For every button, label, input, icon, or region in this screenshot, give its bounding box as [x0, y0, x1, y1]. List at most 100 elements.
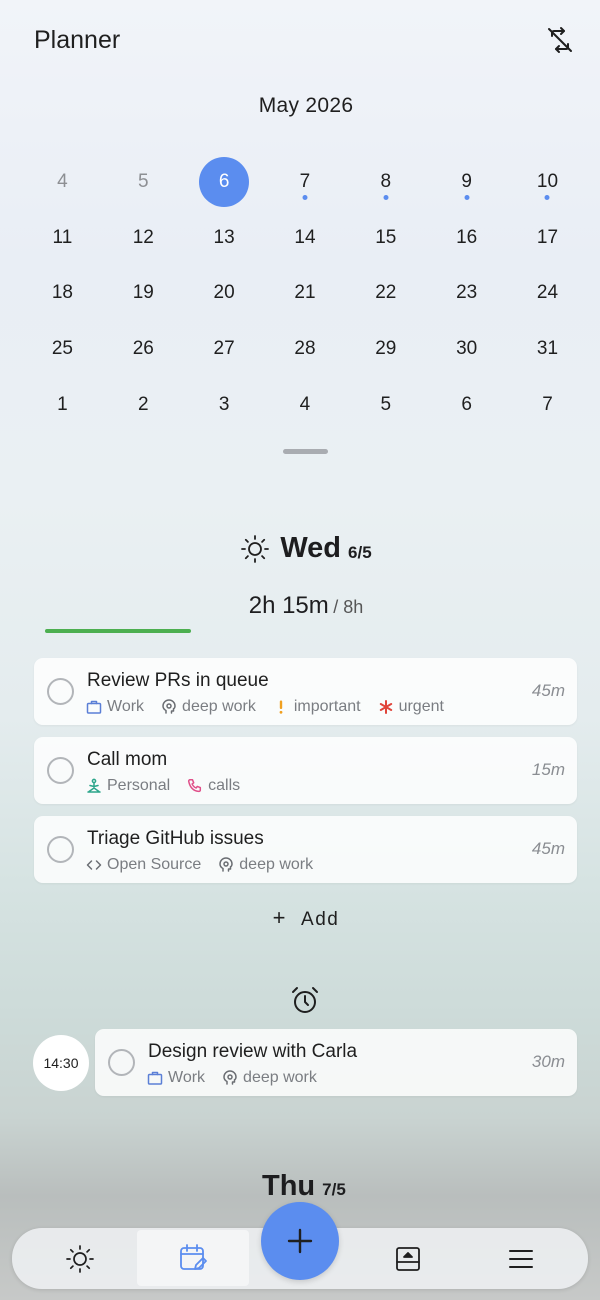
calendar-day[interactable]: 29: [345, 321, 426, 377]
calendar-day[interactable]: 20: [184, 266, 265, 322]
calendar-day[interactable]: 7: [265, 154, 346, 210]
task-tag: Open Source: [86, 856, 201, 874]
next-day-name: Thu: [262, 1170, 316, 1202]
calendar-day[interactable]: 5: [103, 154, 184, 210]
task-checkbox[interactable]: [47, 678, 74, 705]
calendar-day-number: 4: [299, 394, 311, 416]
task-tag: deep work: [222, 1069, 317, 1087]
nav-today[interactable]: [30, 1228, 130, 1289]
calendar-day-number: 5: [380, 394, 392, 416]
task-tag-label: deep work: [239, 856, 314, 873]
day-date: 6/5: [348, 542, 372, 562]
task-tag-label: Open Source: [107, 856, 202, 873]
calendar-day[interactable]: 26: [103, 321, 184, 377]
calendar-week-row: 18 19 20 21 22 23 24: [22, 266, 588, 322]
calendar-day[interactable]: 1: [22, 377, 103, 433]
calendar-day[interactable]: 17: [507, 210, 588, 266]
nav-menu[interactable]: [468, 1228, 573, 1289]
event-dot: [383, 194, 389, 200]
task-checkbox[interactable]: [47, 757, 74, 784]
calendar-day[interactable]: 4: [22, 154, 103, 210]
calendar-day-number: 25: [51, 338, 73, 360]
calendar-day[interactable]: 23: [426, 266, 507, 322]
task-tag: deep work: [218, 856, 313, 874]
calendar-day-number: 17: [536, 226, 559, 248]
calendar-day[interactable]: 27: [184, 321, 265, 377]
add-task-button[interactable]: + Add: [0, 905, 600, 931]
add-task-label: Add: [301, 909, 340, 930]
task-tag-label: important: [293, 698, 361, 715]
day-header: Wed 6/5: [0, 532, 600, 565]
calendar-day[interactable]: 19: [103, 266, 184, 322]
briefcase-icon: [147, 1070, 168, 1086]
task-card[interactable]: Design review with Carla Work deep work 30m: [95, 1029, 577, 1096]
nav-inbox[interactable]: [358, 1228, 458, 1289]
calendar-drag-handle[interactable]: [283, 449, 328, 454]
add-fab-button[interactable]: [261, 1202, 339, 1280]
calendar-day[interactable]: 11: [22, 210, 103, 266]
brain-icon: [218, 857, 239, 873]
calendar-day[interactable]: 10: [507, 154, 588, 210]
task-tag: Work: [86, 698, 144, 716]
task-tags: Open Source deep work: [86, 856, 330, 874]
task-tag: important: [273, 698, 361, 716]
calendar-day[interactable]: 12: [103, 210, 184, 266]
calendar-day[interactable]: 9: [426, 154, 507, 210]
task-card[interactable]: Review PRs in queue Work deep work importan…: [34, 658, 577, 725]
calendar-day[interactable]: 16: [426, 210, 507, 266]
calendar-day[interactable]: 28: [265, 321, 346, 377]
task-title: Review PRs in queue: [87, 670, 269, 691]
month-label[interactable]: May 2026: [0, 94, 600, 118]
task-title: Design review with Carla: [148, 1041, 358, 1062]
day-progress-fill: [45, 629, 192, 633]
inbox-upload-icon: [396, 1246, 420, 1271]
sun-icon: [66, 1244, 94, 1273]
calendar-day-number: 7: [299, 170, 311, 192]
calendar-day-number: 5: [137, 170, 149, 192]
calendar-day-number: 14: [294, 226, 316, 248]
calendar-day[interactable]: 21: [265, 266, 346, 322]
calendar-day[interactable]: 18: [22, 266, 103, 322]
task-duration: 45m: [531, 839, 565, 858]
calendar-day[interactable]: 6: [426, 377, 507, 433]
calendar-day[interactable]: 15: [345, 210, 426, 266]
calendar-day[interactable]: 8: [345, 154, 426, 210]
event-dot: [544, 194, 550, 200]
task-card[interactable]: Triage GitHub issues Open Source deep work…: [34, 816, 577, 883]
calendar-day[interactable]: 7: [507, 377, 588, 433]
task-title: Call mom: [87, 749, 168, 770]
task-duration: 15m: [531, 760, 565, 779]
calendar-day[interactable]: 4: [265, 377, 346, 433]
calendar-day[interactable]: 22: [345, 266, 426, 322]
calendar-day[interactable]: 14: [265, 210, 346, 266]
calendar-day-number: 21: [294, 282, 316, 304]
nav-planner[interactable]: [137, 1230, 249, 1286]
sync-toggle-button[interactable]: [544, 24, 576, 56]
calendar-day-number: 11: [52, 226, 73, 248]
calendar-day-selected[interactable]: 6: [184, 154, 265, 210]
calendar-day[interactable]: 30: [426, 321, 507, 377]
calendar-day[interactable]: 24: [507, 266, 588, 322]
calendar-day[interactable]: 25: [22, 321, 103, 377]
calendar-day-number: 29: [375, 338, 397, 360]
calendar-day[interactable]: 13: [184, 210, 265, 266]
meditation-icon: [86, 778, 107, 794]
calendar-day[interactable]: 5: [345, 377, 426, 433]
calendar-day-number: 22: [375, 282, 397, 304]
calendar-day-number: 7: [542, 394, 553, 416]
task-tags: Work deep work: [147, 1069, 334, 1087]
task-duration: 30m: [531, 1052, 565, 1071]
calendar-day[interactable]: 2: [103, 377, 184, 433]
task-checkbox[interactable]: [108, 1049, 135, 1076]
task-tag: deep work: [161, 698, 256, 716]
calendar-week-row: 1 2 3 4 5 6 7: [22, 377, 588, 433]
calendar-grid: 4 5 6 7 8 9 10 11 12 13 14 15 16 17 18 19 20 21 22 23 24 25 26…: [22, 154, 588, 433]
calendar-week-row: 11 12 13 14 15 16 17: [22, 210, 588, 266]
task-checkbox[interactable]: [47, 836, 74, 863]
calendar-day[interactable]: 3: [184, 377, 265, 433]
calendar-day[interactable]: 31: [507, 321, 588, 377]
task-tags: Personal calls: [86, 777, 257, 795]
calendar-day-number: 9: [461, 170, 472, 192]
task-card[interactable]: Call mom Personal calls 15m: [34, 737, 577, 804]
asterisk-icon: [378, 699, 399, 715]
